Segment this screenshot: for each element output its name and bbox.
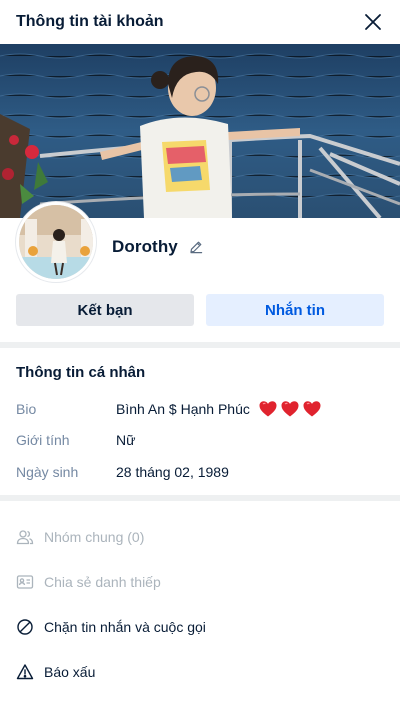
edit-name-button[interactable] — [188, 239, 204, 255]
bio-value: Bình An $ Hạnh Phúc — [116, 399, 322, 419]
profile-name-row: Dorothy — [112, 234, 204, 260]
common-groups-label: Nhóm chung (0) — [44, 529, 145, 545]
dialog-header: Thông tin tài khoản — [0, 0, 400, 44]
avatar[interactable] — [16, 202, 96, 282]
bio-text: Bình An $ Hạnh Phúc — [116, 401, 250, 417]
gender-row: Giới tính Nữ — [16, 429, 135, 451]
block-messages-item[interactable]: Chặn tin nhắn và cuộc gọi — [16, 615, 384, 639]
dialog-title: Thông tin tài khoản — [16, 13, 164, 30]
section-divider — [0, 495, 400, 501]
bio-row: Bio Bình An $ Hạnh Phúc — [16, 398, 322, 420]
message-button[interactable]: Nhắn tin — [206, 294, 384, 326]
close-icon — [365, 14, 381, 30]
heart-emoji-icon — [259, 401, 277, 417]
pencil-icon — [190, 241, 203, 254]
share-contact-item[interactable]: Chia sẻ danh thiếp — [16, 570, 384, 594]
birthday-label: Ngày sinh — [16, 464, 79, 480]
add-friend-button[interactable]: Kết bạn — [16, 294, 194, 326]
report-label: Báo xấu — [44, 664, 96, 680]
block-icon — [17, 619, 33, 635]
share-contact-label: Chia sẻ danh thiếp — [44, 574, 161, 590]
heart-emoji-icon — [303, 401, 321, 417]
gender-value: Nữ — [116, 432, 136, 448]
cover-photo[interactable] — [0, 44, 400, 218]
block-messages-label: Chặn tin nhắn và cuộc gọi — [44, 619, 206, 635]
personal-info-title: Thông tin cá nhân — [16, 364, 146, 381]
contact-card-icon — [16, 575, 34, 589]
bio-label: Bio — [16, 401, 37, 417]
common-groups-item[interactable]: Nhóm chung (0) — [16, 525, 384, 549]
close-button[interactable] — [362, 11, 384, 33]
profile-actions: Kết bạn Nhắn tin — [16, 294, 384, 326]
display-name: Dorothy — [112, 237, 178, 256]
report-item[interactable]: Báo xấu — [16, 660, 384, 684]
birthday-row: Ngày sinh 28 tháng 02, 1989 — [16, 461, 229, 483]
group-icon — [16, 530, 34, 545]
heart-emoji-icon — [281, 401, 299, 417]
birthday-value: 28 tháng 02, 1989 — [116, 464, 229, 480]
gender-label: Giới tính — [16, 432, 70, 448]
section-divider — [0, 342, 400, 348]
warning-icon — [16, 664, 34, 680]
